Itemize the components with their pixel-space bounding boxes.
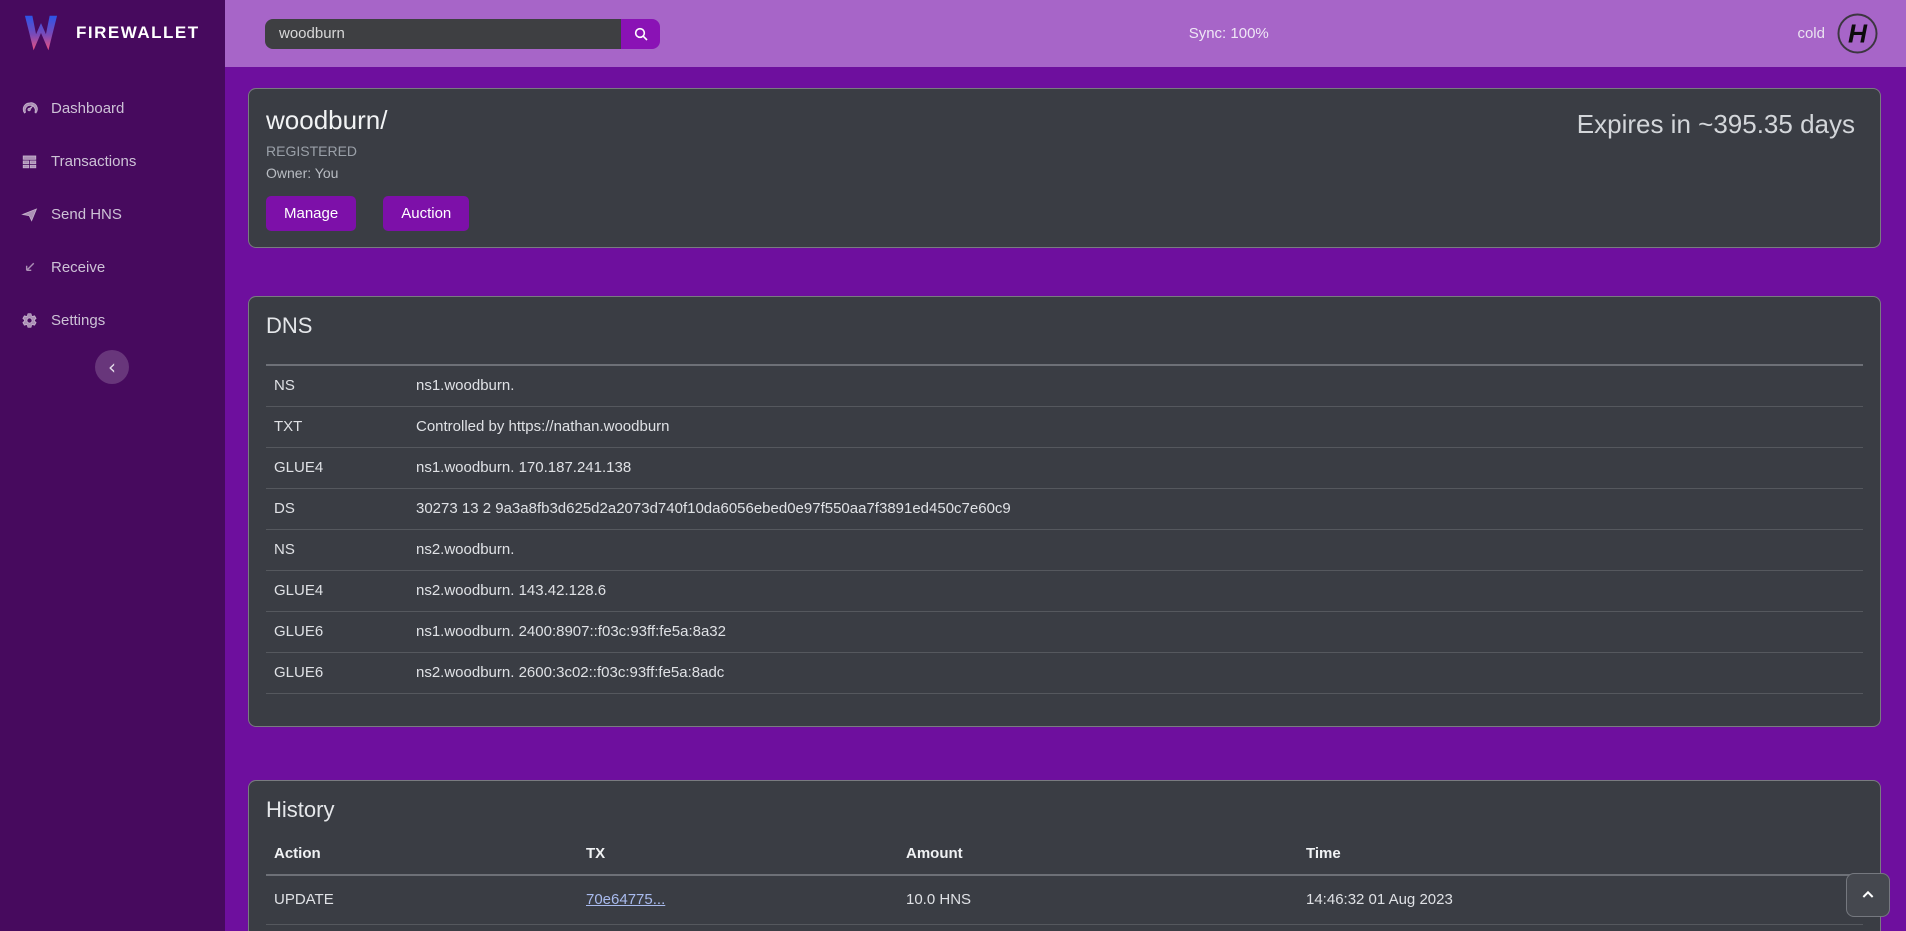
- history-table: Action TX Amount Time UPDATE 70e64775...…: [266, 839, 1863, 931]
- dns-record-value: ns1.woodburn. 2400:8907::f03c:93ff:fe5a:…: [408, 611, 1863, 652]
- dns-record-row: GLUE4 ns1.woodburn. 170.187.241.138: [266, 447, 1863, 488]
- tx-link[interactable]: 70e64775...: [586, 891, 665, 908]
- send-icon: [20, 206, 38, 224]
- dns-record-type: GLUE4: [266, 570, 408, 611]
- chevron-up-icon: [1860, 887, 1876, 903]
- wallet-name: cold: [1797, 25, 1825, 42]
- sidebar-item-dashboard[interactable]: Dashboard: [0, 82, 225, 135]
- sync-status-wrap: Sync: 100%: [660, 25, 1797, 43]
- dns-section-title: DNS: [266, 313, 1863, 339]
- history-col-time: Time: [1298, 839, 1863, 875]
- dns-record-type: NS: [266, 365, 408, 406]
- search-button[interactable]: [621, 19, 660, 49]
- dns-record-row: GLUE6 ns2.woodburn. 2600:3c02::f03c:93ff…: [266, 652, 1863, 693]
- receive-icon: [20, 259, 38, 277]
- dns-record-type: TXT: [266, 406, 408, 447]
- main-content: woodburn/ REGISTERED Owner: You Manage A…: [225, 67, 1906, 931]
- history-header-row: Action TX Amount Time: [266, 839, 1863, 875]
- dns-record-type: GLUE4: [266, 447, 408, 488]
- search-box: [265, 19, 660, 49]
- dns-record-value: ns2.woodburn. 2600:3c02::f03c:93ff:fe5a:…: [408, 652, 1863, 693]
- gear-icon: [20, 312, 38, 330]
- sidebar-item-settings[interactable]: Settings: [0, 294, 225, 347]
- sidebar-item-receive[interactable]: Receive: [0, 241, 225, 294]
- dns-record-type: GLUE6: [266, 652, 408, 693]
- dns-record-value: ns2.woodburn. 143.42.128.6: [408, 570, 1863, 611]
- dns-record-row: NS ns2.woodburn.: [266, 529, 1863, 570]
- history-row: RENEW d73c3f1... 10.0 HNS 15:47:06 27 Ju…: [266, 924, 1863, 931]
- history-action: RENEW: [266, 924, 578, 931]
- sidebar-item-label: Settings: [51, 312, 105, 329]
- dns-record-value: ns1.woodburn. 170.187.241.138: [408, 447, 1863, 488]
- search-icon: [633, 26, 649, 42]
- auction-button[interactable]: Auction: [383, 196, 469, 231]
- dns-record-row: GLUE4 ns2.woodburn. 143.42.128.6: [266, 570, 1863, 611]
- dns-record-value: 30273 13 2 9a3a8fb3d625d2a2073d740f10da6…: [408, 488, 1863, 529]
- history-col-tx: TX: [578, 839, 898, 875]
- sidebar-item-send-hns[interactable]: Send HNS: [0, 188, 225, 241]
- sidebar-collapse-button[interactable]: ‹: [95, 350, 129, 384]
- sidebar-item-transactions[interactable]: Transactions: [0, 135, 225, 188]
- history-action: UPDATE: [266, 875, 578, 924]
- dns-record-value: ns1.woodburn.: [408, 365, 1863, 406]
- history-col-amount: Amount: [898, 839, 1298, 875]
- history-time: 15:47:06 27 Jul 2023: [1298, 924, 1863, 931]
- search-input[interactable]: [265, 19, 621, 49]
- history-amount: 10.0 HNS: [898, 875, 1298, 924]
- firewallet-w-icon: [20, 12, 62, 54]
- dns-card: DNS NS ns1.woodburn. TXT Controlled by h…: [248, 296, 1881, 727]
- domain-card: woodburn/ REGISTERED Owner: You Manage A…: [248, 88, 1881, 248]
- chevron-left-icon: ‹: [108, 355, 116, 379]
- table-icon: [20, 153, 38, 171]
- sidebar-item-label: Transactions: [51, 153, 136, 170]
- gauge-icon: [20, 100, 38, 118]
- app-logo: FIREWALLET: [0, 0, 225, 64]
- history-row: UPDATE 70e64775... 10.0 HNS 14:46:32 01 …: [266, 875, 1863, 924]
- dns-record-row: TXT Controlled by https://nathan.woodbur…: [266, 406, 1863, 447]
- sidebar: FIREWALLET Dashboard Transactions Send H…: [0, 0, 225, 931]
- sidebar-item-label: Dashboard: [51, 100, 124, 117]
- domain-expiry: Expires in ~395.35 days: [1577, 109, 1855, 140]
- sync-status: Sync: 100%: [1189, 25, 1269, 42]
- dns-record-type: NS: [266, 529, 408, 570]
- dns-record-value: ns2.woodburn.: [408, 529, 1863, 570]
- topbar: Sync: 100% cold H: [225, 0, 1906, 67]
- history-time: 14:46:32 01 Aug 2023: [1298, 875, 1863, 924]
- history-card: History Action TX Amount Time UPDATE 70e…: [248, 780, 1881, 931]
- handshake-logo-icon: H: [1837, 13, 1878, 54]
- dns-record-row: DS 30273 13 2 9a3a8fb3d625d2a2073d740f10…: [266, 488, 1863, 529]
- domain-owner: Owner: You: [266, 165, 1863, 181]
- domain-status-badge: REGISTERED: [266, 143, 1863, 159]
- dns-record-type: DS: [266, 488, 408, 529]
- wallet-indicator[interactable]: cold H: [1797, 13, 1878, 54]
- dns-record-type: GLUE6: [266, 611, 408, 652]
- app-name: FIREWALLET: [76, 23, 200, 43]
- sidebar-item-label: Receive: [51, 259, 105, 276]
- dns-record-row: GLUE6 ns1.woodburn. 2400:8907::f03c:93ff…: [266, 611, 1863, 652]
- dns-record-row: NS ns1.woodburn.: [266, 365, 1863, 406]
- svg-text:H: H: [1848, 18, 1868, 48]
- sidebar-nav: Dashboard Transactions Send HNS Receive …: [0, 82, 225, 347]
- manage-button[interactable]: Manage: [266, 196, 356, 231]
- history-col-action: Action: [266, 839, 578, 875]
- dns-table: NS ns1.woodburn. TXT Controlled by https…: [266, 364, 1863, 694]
- scroll-to-top-button[interactable]: [1846, 873, 1890, 917]
- history-section-title: History: [266, 797, 1863, 823]
- history-amount: 10.0 HNS: [898, 924, 1298, 931]
- sidebar-item-label: Send HNS: [51, 206, 122, 223]
- dns-record-value: Controlled by https://nathan.woodburn: [408, 406, 1863, 447]
